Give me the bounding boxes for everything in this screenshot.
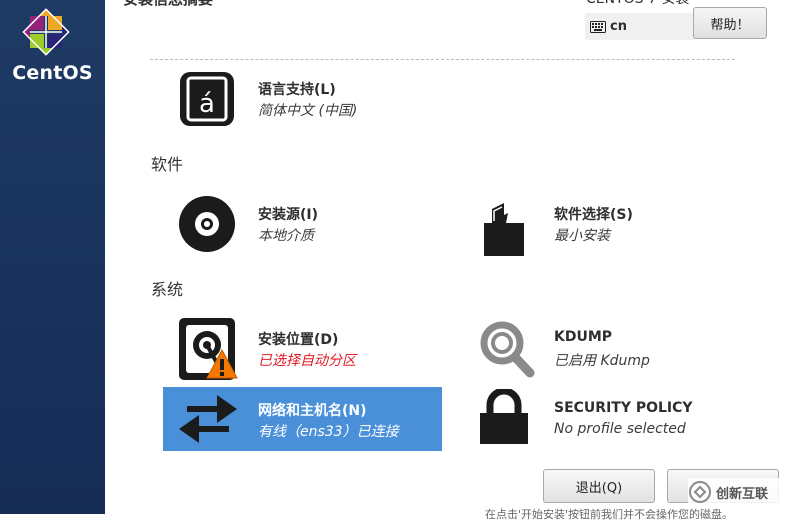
magnifier-icon xyxy=(480,321,535,378)
spoke-language-support[interactable]: á 语言支持(L) 简体中文 (中国) xyxy=(170,66,470,132)
installer-title: CENTOS 7 安装 xyxy=(586,0,689,8)
spoke-software-title: 软件选择(S) xyxy=(554,207,633,223)
spoke-destination-title: 安装位置(D) xyxy=(258,332,339,348)
spoke-source-title: 安装源(I) xyxy=(258,207,319,223)
spoke-installation-source[interactable]: 安装源(I) 本地介质 xyxy=(170,192,450,258)
spoke-security-status: No profile selected xyxy=(554,421,686,437)
spoke-network-status: 有线（ens33）已连接 xyxy=(258,424,399,440)
header-divider xyxy=(150,59,735,60)
spoke-kdump[interactable]: KDUMP 已启用 Kdump xyxy=(466,316,756,382)
network-arrows-icon xyxy=(179,395,237,443)
spoke-kdump-title: KDUMP xyxy=(554,329,613,345)
section-system-heading: 系统 xyxy=(151,280,184,299)
footer-note: 在点击'开始安装'按钮前我们并不会操作您的磁盘。 xyxy=(485,508,734,521)
watermark: 创新互联 xyxy=(688,478,786,506)
keyboard-layout-label: cn xyxy=(610,19,627,34)
help-button[interactable]: 帮助！ xyxy=(693,7,767,39)
page-title: 安装信息摘要 xyxy=(123,0,213,9)
spoke-security-title: SECURITY POLICY xyxy=(554,400,693,416)
keyboard-layout-indicator[interactable]: cn xyxy=(585,13,695,40)
disc-icon xyxy=(179,196,235,252)
svg-text:á: á xyxy=(199,89,215,119)
quit-button[interactable]: 退出(Q) xyxy=(543,469,655,503)
language-icon: á xyxy=(180,72,234,126)
spoke-kdump-status: 已启用 Kdump xyxy=(554,353,650,369)
spoke-destination-status: 已选择自动分区 xyxy=(258,353,356,369)
watermark-logo-icon xyxy=(689,481,711,503)
keyboard-icon xyxy=(590,20,606,33)
package-icon xyxy=(484,203,524,256)
sidebar: CentOS xyxy=(0,0,105,514)
watermark-text: 创新互联 xyxy=(716,486,769,502)
warning-icon xyxy=(206,349,238,379)
brand-name: CentOS xyxy=(12,62,93,84)
spoke-network-title: 网络和主机名(N) xyxy=(258,403,367,419)
spoke-security-policy[interactable]: SECURITY POLICY No profile selected xyxy=(466,387,756,451)
spoke-source-status: 本地介质 xyxy=(258,228,314,244)
spoke-network-hostname[interactable]: 网络和主机名(N) 有线（ens33）已连接 xyxy=(163,387,442,451)
centos-logo-icon xyxy=(22,8,70,56)
spoke-software-status: 最小安装 xyxy=(554,228,610,244)
spoke-language-status: 简体中文 (中国) xyxy=(258,103,358,119)
lock-icon xyxy=(480,389,528,444)
section-software-heading: 软件 xyxy=(151,155,184,174)
spoke-software-selection[interactable]: 软件选择(S) 最小安装 xyxy=(466,192,756,258)
spoke-language-title: 语言支持(L) xyxy=(258,82,336,98)
spoke-installation-destination[interactable]: 安装位置(D) 已选择自动分区 xyxy=(170,316,460,382)
